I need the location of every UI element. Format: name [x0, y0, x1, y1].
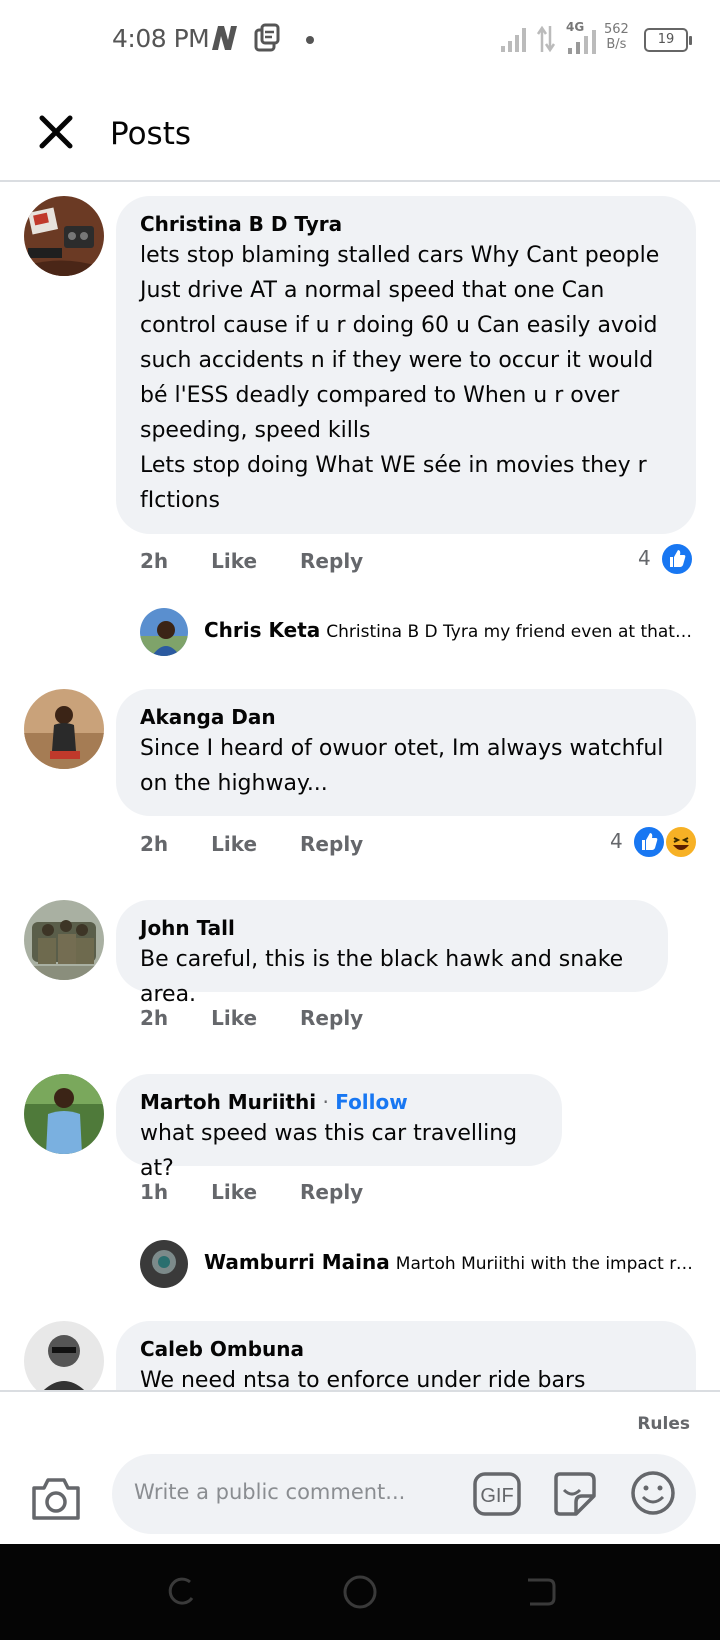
network-speed: 562 B/s — [604, 22, 629, 52]
comment-time: 2h — [140, 832, 169, 856]
reply-button[interactable]: Reply — [300, 549, 363, 573]
back-icon[interactable] — [522, 1574, 558, 1610]
emoji-icon[interactable] — [630, 1470, 676, 1516]
reply-button[interactable]: Reply — [300, 832, 363, 856]
avatar[interactable] — [24, 689, 104, 769]
header: Posts — [0, 90, 720, 182]
home-icon[interactable] — [342, 1574, 378, 1610]
reaction-count: 4 — [610, 829, 623, 853]
like-reaction-icon — [632, 825, 666, 859]
like-reaction-icon — [660, 542, 694, 576]
signal-icon — [501, 28, 526, 52]
comment-time: 2h — [140, 1006, 169, 1030]
like-button[interactable]: Like — [211, 1006, 257, 1030]
avatar[interactable] — [24, 196, 104, 276]
reply-preview[interactable]: Chris Keta Christina B D Tyra my friend e… — [140, 608, 696, 656]
page-title: Posts — [110, 116, 192, 152]
like-button[interactable]: Like — [211, 1180, 257, 1204]
signal-strength-icon — [568, 30, 596, 54]
comment-actions: 2h Like Reply — [140, 549, 399, 573]
comment-text: what speed was this car travelling at? — [140, 1121, 518, 1181]
app-icon — [254, 23, 280, 52]
comment-time: 2h — [140, 549, 169, 573]
reply-snippet: Martoh Muriithi with the impact result..… — [395, 1254, 694, 1274]
comment-actions: 2h Like Reply — [140, 1006, 399, 1030]
speed-unit: B/s — [606, 37, 627, 52]
reaction-summary[interactable]: 4 — [638, 542, 698, 576]
comment-composer: Rules Write a public comment... GIF — [0, 1390, 720, 1544]
separator: · — [316, 1090, 336, 1114]
comment-author[interactable]: Caleb Ombuna — [140, 1335, 672, 1363]
reaction-summary[interactable]: 4 — [610, 825, 698, 859]
camera-icon[interactable] — [30, 1476, 82, 1522]
system-nav-bar — [0, 1544, 720, 1640]
reply-button[interactable]: Reply — [300, 1006, 363, 1030]
reply-avatar[interactable] — [140, 608, 188, 656]
reply-button[interactable]: Reply — [300, 1180, 363, 1204]
close-icon[interactable] — [36, 112, 76, 152]
comment-text: Since I heard of owuor otet, Im always w… — [140, 736, 664, 796]
gif-label: GIF — [480, 1485, 513, 1507]
comment-text: lets stop blaming stalled cars Why Cant … — [140, 243, 660, 513]
status-time: 4:08 PM — [112, 24, 210, 53]
avatar[interactable] — [24, 1321, 104, 1390]
reply-author[interactable]: Chris Keta — [204, 618, 320, 642]
comment-bubble[interactable]: Caleb Ombuna We need ntsa to enforce und… — [116, 1321, 696, 1390]
comment-bubble[interactable]: Martoh Muriithi · Follow what speed was … — [116, 1074, 562, 1181]
comment-author[interactable]: John Tall — [140, 914, 644, 942]
comment: Caleb Ombuna We need ntsa to enforce und… — [0, 1321, 720, 1390]
comment-text: We need ntsa to enforce under ride bars — [140, 1368, 586, 1390]
notification-dot — [306, 36, 314, 44]
speed-value: 562 — [604, 22, 629, 37]
reaction-count: 4 — [638, 546, 651, 570]
n-app-icon — [212, 26, 237, 50]
reply-avatar[interactable] — [140, 1240, 188, 1288]
comment-bubble[interactable]: John Tall Be careful, this is the black … — [116, 900, 668, 1007]
reply-preview[interactable]: Wamburri Maina Martoh Muriithi with the i… — [140, 1240, 696, 1288]
avatar[interactable] — [24, 900, 104, 980]
reply-preview-text: Chris Keta Christina B D Tyra my friend e… — [204, 618, 694, 642]
reply-preview-text: Wamburri Maina Martoh Muriithi with the i… — [204, 1250, 694, 1274]
data-arrows-icon — [536, 25, 556, 53]
recents-icon[interactable] — [162, 1574, 198, 1610]
avatar[interactable] — [24, 1074, 104, 1154]
comment-author[interactable]: Christina B D Tyra — [140, 210, 672, 238]
gif-icon[interactable]: GIF — [472, 1470, 522, 1518]
comment-text: Be careful, this is the black hawk and s… — [140, 947, 624, 1007]
battery-level: 19 — [657, 32, 675, 47]
reply-snippet: Christina B D Tyra my friend even at tha… — [326, 622, 694, 642]
rules-link[interactable]: Rules — [637, 1414, 690, 1434]
comment-input[interactable]: Write a public comment... GIF — [112, 1454, 696, 1534]
comment-bubble[interactable]: Christina B D Tyra lets stop blaming sta… — [116, 196, 696, 534]
reply-author[interactable]: Wamburri Maina — [204, 1250, 390, 1274]
like-button[interactable]: Like — [211, 832, 257, 856]
haha-reaction-icon — [664, 825, 698, 859]
comment-time: 1h — [140, 1180, 169, 1204]
follow-button[interactable]: Follow — [335, 1090, 408, 1114]
battery-icon: 19 — [644, 28, 692, 52]
sticker-icon[interactable] — [550, 1470, 598, 1518]
comment-bubble[interactable]: Akanga Dan Since I heard of owuor otet, … — [116, 689, 696, 816]
comment-actions: 1h Like Reply — [140, 1180, 399, 1204]
status-bar: 4:08 PM 4G 562 B/s 19 — [0, 0, 720, 80]
comment-author[interactable]: Akanga Dan — [140, 703, 672, 731]
like-button[interactable]: Like — [211, 549, 257, 573]
comment-actions: 2h Like Reply — [140, 832, 399, 856]
comment-author-name[interactable]: Martoh Muriithi — [140, 1090, 316, 1114]
comment-input-placeholder: Write a public comment... — [134, 1480, 406, 1504]
comment-author: Martoh Muriithi · Follow — [140, 1088, 538, 1116]
